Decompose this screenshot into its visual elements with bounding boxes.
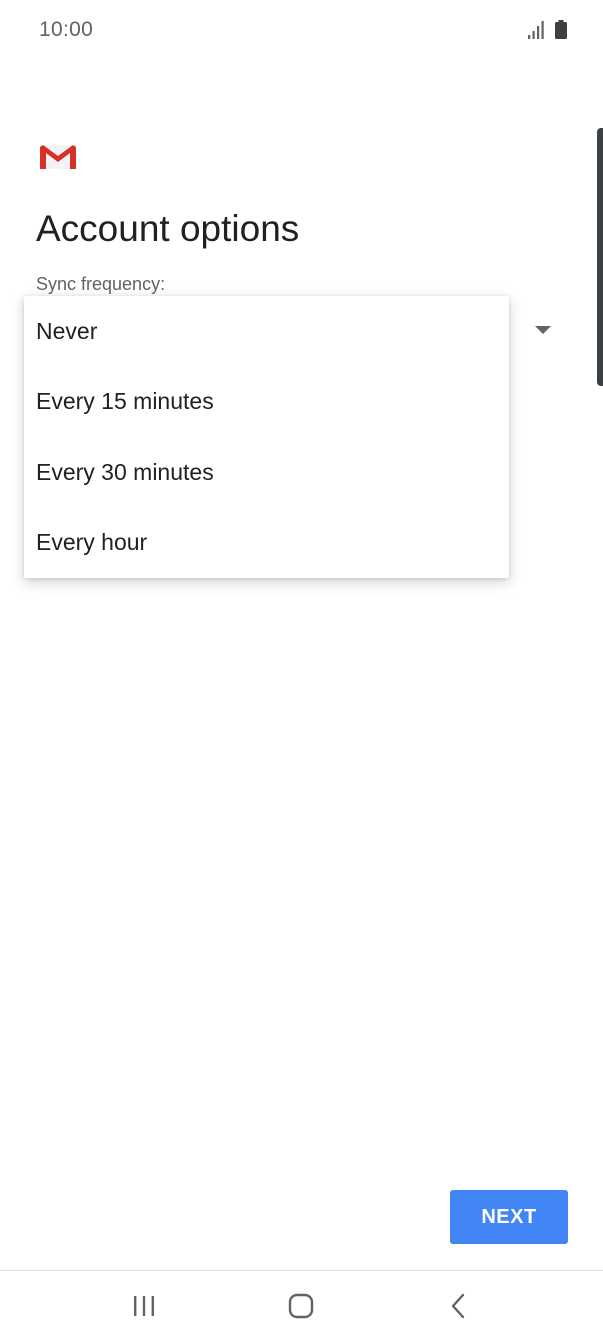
gmail-logo-icon <box>40 145 76 169</box>
battery-icon <box>555 20 567 39</box>
screen: 10:00 Account options Sync frequency: Ne… <box>0 0 603 1340</box>
option-every-30-minutes[interactable]: Every 30 minutes <box>24 437 509 508</box>
home-button[interactable] <box>281 1289 321 1323</box>
status-bar: 10:00 <box>0 0 603 60</box>
sync-frequency-dropdown-menu: Never Every 15 minutes Every 30 minutes … <box>24 296 509 578</box>
back-icon <box>451 1293 465 1319</box>
back-button[interactable] <box>438 1289 478 1323</box>
status-time: 10:00 <box>39 18 94 41</box>
signal-icon <box>528 21 544 39</box>
next-button[interactable]: NEXT <box>450 1190 568 1244</box>
option-every-hour[interactable]: Every hour <box>24 508 509 579</box>
navigation-bar <box>0 1270 603 1340</box>
status-icons <box>527 20 567 39</box>
option-never[interactable]: Never <box>24 296 509 367</box>
recents-icon <box>134 1296 154 1316</box>
option-every-15-minutes[interactable]: Every 15 minutes <box>24 367 509 438</box>
recents-button[interactable] <box>124 1289 164 1323</box>
sync-frequency-label: Sync frequency: <box>36 274 166 294</box>
home-icon <box>288 1293 314 1319</box>
dropdown-arrow-icon[interactable] <box>535 326 551 334</box>
page-title: Account options <box>36 208 300 249</box>
scroll-indicator[interactable] <box>597 128 603 386</box>
